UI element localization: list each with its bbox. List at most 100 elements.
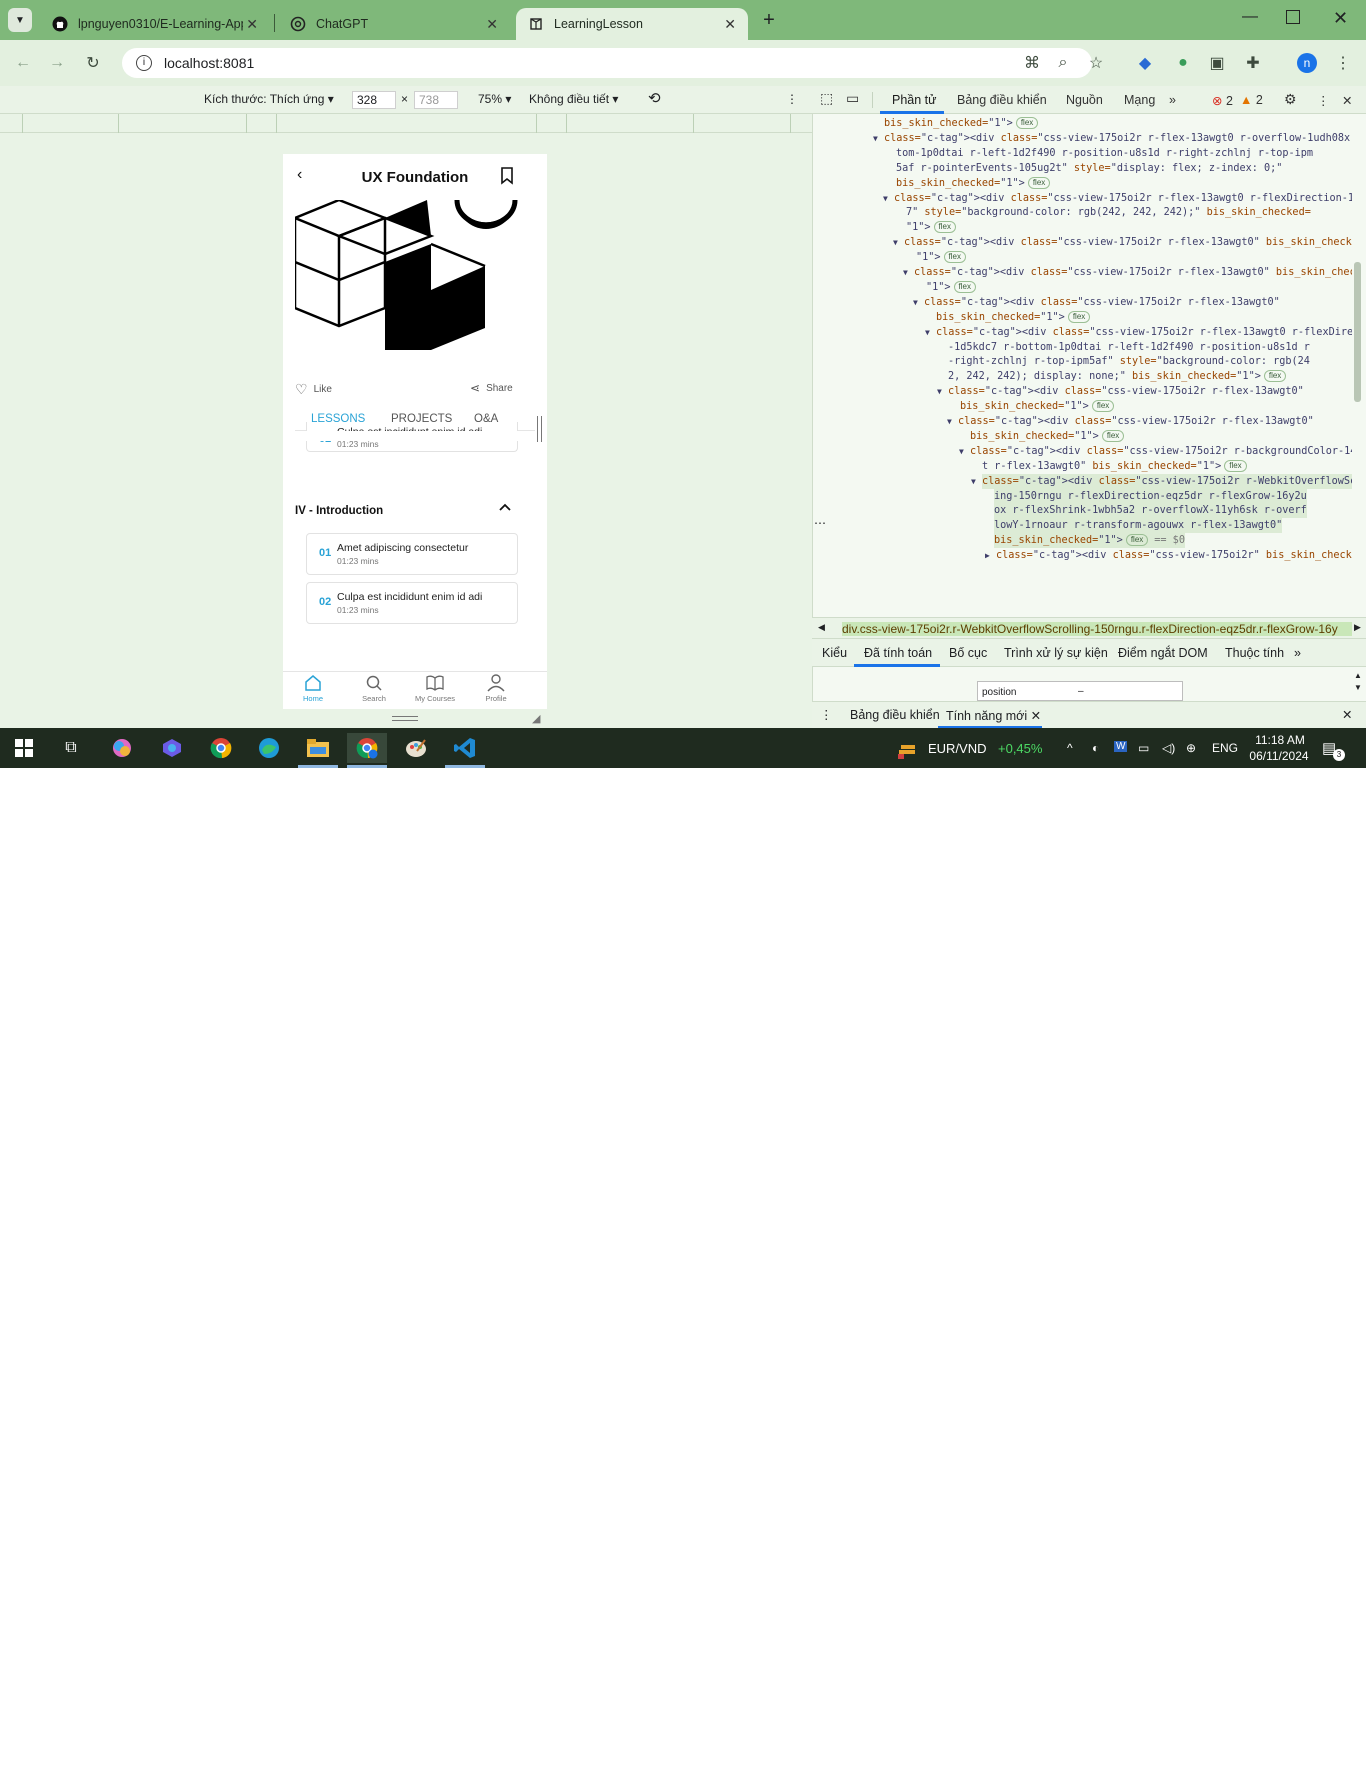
expand-triangle-icon[interactable]: ▼	[913, 295, 918, 310]
dom-node-line[interactable]: 2, 242, 242); display: none;" bis_skin_c…	[948, 369, 1287, 384]
lesson-card[interactable]: 02 Culpa est incididunt enim id adi 01:2…	[306, 582, 518, 624]
dom-node-line[interactable]: ▼ class="c-tag"><div class="css-view-175o…	[873, 131, 1352, 146]
flex-badge[interactable]: flex	[943, 251, 966, 264]
word-icon[interactable]: W	[1114, 741, 1128, 752]
chrome-profile-icon[interactable]	[347, 733, 387, 763]
chevron-up-icon[interactable]	[499, 502, 511, 512]
dom-node-line[interactable]: ▼ class="c-tag"><div class="css-view-175o…	[937, 384, 1304, 399]
warning-badge[interactable]: ▲ 2	[1240, 93, 1263, 107]
flex-badge[interactable]: flex	[933, 221, 956, 234]
expand-triangle-icon[interactable]: ▼	[925, 325, 930, 340]
extension-icon[interactable]: ●	[1172, 52, 1194, 74]
site-info-icon[interactable]: i	[136, 55, 152, 71]
reload-icon[interactable]: ↻	[82, 52, 104, 74]
close-icon[interactable]: ✕	[246, 16, 258, 33]
dom-node-line[interactable]: ▼ class="c-tag"><div class="css-view-175o…	[959, 444, 1352, 459]
viewport-resize-handle-bottom[interactable]	[392, 716, 418, 721]
device-width-input[interactable]: 328	[352, 91, 396, 109]
vscode-icon[interactable]	[445, 733, 485, 763]
flex-badge[interactable]: flex	[1027, 176, 1051, 189]
dom-node-line[interactable]: ▼ class="c-tag"><div class="css-view-175o…	[971, 473, 1352, 489]
clock-date[interactable]: 06/11/2024	[1246, 749, 1312, 763]
expand-triangle-icon[interactable]: ▼	[947, 414, 952, 429]
dom-node-line[interactable]: ▼ class="c-tag"><div class="css-view-175o…	[947, 414, 1314, 429]
tab-learninglesson[interactable]: LearningLesson ✕	[516, 8, 748, 40]
extensions-puzzle-icon[interactable]: ✚	[1242, 52, 1264, 74]
dom-node-line[interactable]: ▼ class="c-tag"><div class="css-view-175o…	[913, 295, 1280, 310]
collapse-triangle-icon[interactable]: ▶	[985, 548, 990, 563]
subtab-styles[interactable]: Kiểu	[822, 646, 847, 660]
flex-badge[interactable]: flex	[1091, 400, 1115, 413]
chrome-icon[interactable]	[201, 733, 241, 763]
dom-node-line[interactable]: ing-150rngu r-flexDirection-eqz5dr r-fle…	[994, 488, 1307, 504]
extension-robot-icon[interactable]: ▣	[1206, 52, 1228, 74]
dom-node-line[interactable]: lowY-1rnoaur r-transform-agouwx r-flex-1…	[994, 518, 1283, 534]
dom-node-line[interactable]: ▼ class="c-tag"><div class="css-view-175o…	[893, 235, 1352, 250]
dom-node-line[interactable]: -right-zchlnj r-top-ipm5af" style="backg…	[948, 354, 1310, 369]
edge-icon[interactable]	[249, 733, 289, 763]
bookmark-icon[interactable]	[500, 167, 514, 185]
share-button[interactable]: ⋖ Share	[470, 381, 513, 395]
copilot-icon[interactable]	[102, 733, 142, 763]
address-bar[interactable]: i localhost:8081	[122, 48, 1092, 78]
devtools-close-icon[interactable]: ✕	[1342, 93, 1352, 108]
flex-badge[interactable]: flex	[953, 280, 976, 293]
drawer-menu-icon[interactable]: ⋮	[820, 707, 833, 722]
bookmark-star-icon[interactable]: ☆	[1085, 52, 1107, 74]
dom-node-line[interactable]: "1"> flex	[926, 280, 976, 295]
subtab-layout[interactable]: Bố cục	[949, 646, 987, 660]
flex-badge[interactable]: flex	[1067, 310, 1091, 323]
throttle-select[interactable]: Không điều tiết ▾	[529, 92, 618, 106]
nav-home[interactable]: Home	[286, 674, 340, 703]
show-hidden-icons[interactable]: ^	[1067, 741, 1073, 755]
dom-node-line[interactable]: "1"> flex	[916, 250, 966, 265]
dom-node-line[interactable]: 7" style="background-color: rgb(242, 242…	[906, 205, 1311, 220]
dom-node-line[interactable]: ▶ class="c-tag"><div class="css-view-175o…	[985, 548, 1352, 563]
nav-search[interactable]: Search	[347, 674, 401, 703]
meet-icon[interactable]: ◐	[1092, 741, 1099, 755]
drawer-tab-whats-new[interactable]: Tính năng mới ✕	[946, 708, 1041, 723]
window-close-button[interactable]: ✕	[1333, 8, 1348, 29]
like-button[interactable]: ♡ Like	[295, 381, 332, 398]
dom-node-line[interactable]: tom-1p0dtai r-left-1d2f490 r-position-u8…	[896, 146, 1313, 161]
device-size-select[interactable]: Kích thước: Thích ứng ▾	[204, 92, 334, 106]
forward-icon[interactable]: →	[46, 52, 68, 74]
ticker-pair[interactable]: EUR/VND	[928, 741, 987, 756]
file-explorer-icon[interactable]	[298, 733, 338, 763]
close-icon[interactable]: ✕	[724, 16, 736, 33]
expand-triangle-icon[interactable]: ▼	[893, 235, 898, 250]
volume-icon[interactable]: ◁)	[1162, 741, 1175, 755]
windows-start-icon[interactable]	[4, 733, 44, 763]
zoom-icon[interactable]: ⌕	[1052, 52, 1074, 74]
minimize-button[interactable]: —	[1240, 8, 1260, 26]
dom-node-line[interactable]: 5af r-pointerEvents-105ug2t" style="disp…	[896, 161, 1282, 176]
flex-badge[interactable]: flex	[1263, 370, 1287, 383]
menu-kebab-icon[interactable]: ⋮	[1332, 52, 1354, 74]
nav-my-courses[interactable]: My Courses	[408, 674, 462, 703]
translate-icon[interactable]: ⌘	[1021, 52, 1043, 74]
dom-node-line[interactable]: bis_skin_checked="1"> flex	[896, 176, 1051, 191]
dom-node-line[interactable]: bis_skin_checked="1"> flex == $0	[994, 533, 1185, 549]
device-more-icon[interactable]: ⋮	[786, 92, 798, 106]
new-tab-button[interactable]: +	[758, 10, 780, 32]
subtab-computed[interactable]: Đã tính toán	[864, 646, 932, 660]
crumb-left-icon[interactable]: ◀	[818, 622, 825, 633]
viewport-resize-corner[interactable]: ◢	[532, 712, 540, 725]
dom-node-line[interactable]: "1"> flex	[906, 220, 956, 235]
clock-time[interactable]: 11:18 AM	[1252, 733, 1308, 747]
settings-gear-icon[interactable]: ⚙	[1284, 91, 1297, 108]
tab-sources[interactable]: Nguồn	[1066, 93, 1103, 107]
dom-node-line[interactable]: ▼ class="c-tag"><div class="css-view-175o…	[925, 325, 1352, 340]
lesson-card[interactable]: 01 Amet adipiscing consectetur 01:23 min…	[306, 533, 518, 575]
dom-node-line[interactable]: bis_skin_checked="1"> flex	[884, 116, 1039, 131]
google-translate-icon[interactable]: ◆	[1134, 52, 1156, 74]
device-height-input[interactable]: 738	[414, 91, 458, 109]
crumb-selected-path[interactable]: div.css-view-175oi2r.r-WebkitOverflowScr…	[842, 622, 1352, 636]
close-icon[interactable]: ✕	[1031, 709, 1041, 723]
dom-node-line[interactable]: ▼ class="c-tag"><div class="css-view-175o…	[883, 191, 1352, 206]
profile-avatar[interactable]: n	[1297, 53, 1317, 73]
dom-node-line[interactable]: ▼ class="c-tag"><div class="css-view-175o…	[903, 265, 1352, 280]
drawer-tab-console[interactable]: Bảng điều khiển	[850, 708, 940, 722]
nav-profile[interactable]: Profile	[469, 674, 523, 703]
device-toggle-icon[interactable]: ▭	[846, 90, 859, 107]
